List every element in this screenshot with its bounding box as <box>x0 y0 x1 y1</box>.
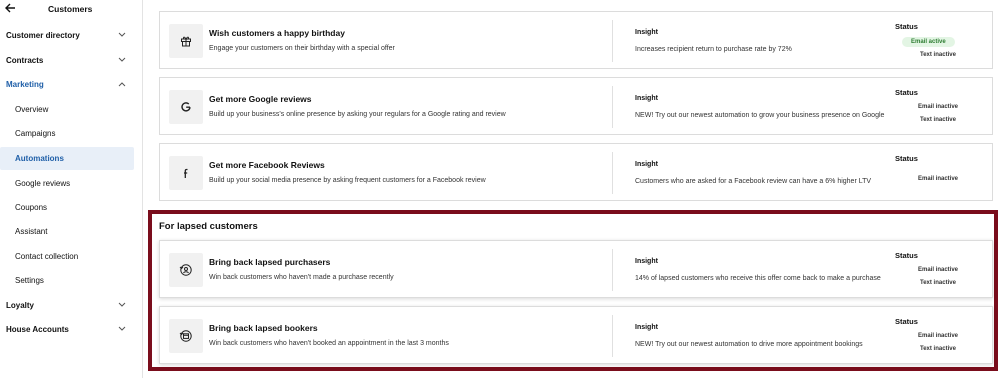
email-status: Email inactive <box>918 333 959 339</box>
sidebar-item-assistant[interactable]: Assistant <box>0 220 134 243</box>
card-description: Engage your customers on their birthday … <box>209 45 395 52</box>
sidebar-item-label: Automations <box>15 154 64 163</box>
email-status-badge: Email active <box>902 37 955 47</box>
chevron-down-icon <box>118 326 126 331</box>
insight-label: Insight <box>635 161 658 168</box>
section-title: For lapsed customers <box>159 221 258 232</box>
sidebar-item-label: Marketing <box>6 80 44 89</box>
automation-card-birthday[interactable]: Wish customers a happy birthday Engage y… <box>159 11 993 69</box>
text-status: Text inactive <box>920 280 956 286</box>
insight-label: Insight <box>635 95 658 102</box>
divider <box>612 249 613 291</box>
sidebar-item-campaigns[interactable]: Campaigns <box>0 122 134 145</box>
sidebar-item-settings[interactable]: Settings <box>0 269 134 292</box>
sidebar-item-label: Contact collection <box>15 252 79 261</box>
insight-label: Insight <box>635 29 658 36</box>
sidebar-header: Customers <box>0 0 142 18</box>
sidebar-item-google-reviews[interactable]: Google reviews <box>0 172 134 195</box>
icon-box <box>169 24 203 58</box>
divider <box>612 20 613 62</box>
back-arrow-icon[interactable] <box>4 2 16 14</box>
icon-box <box>169 319 203 353</box>
status-label: Status <box>895 154 918 163</box>
card-title: Wish customers a happy birthday <box>209 28 345 38</box>
card-description: Build up your social media presence by a… <box>209 177 486 184</box>
sidebar: Customers Customer directory Contracts M… <box>0 0 143 378</box>
chevron-down-icon <box>118 32 126 37</box>
automation-card-google-reviews[interactable]: Get more Google reviews Build up your bu… <box>159 77 993 135</box>
status-label: Status <box>895 22 918 31</box>
sidebar-item-contact-collection[interactable]: Contact collection <box>0 245 134 268</box>
insight-text: 14% of lapsed customers who receive this… <box>635 275 881 282</box>
sidebar-item-label: Coupons <box>15 203 48 212</box>
status-label: Status <box>895 317 918 326</box>
email-status: Email inactive <box>918 176 959 182</box>
sidebar-item-contracts[interactable]: Contracts <box>0 49 134 72</box>
status-label: Status <box>895 88 918 97</box>
card-description: Build up your business's online presence… <box>209 111 506 118</box>
sidebar-item-coupons[interactable]: Coupons <box>0 196 134 219</box>
card-title: Get more Facebook Reviews <box>209 160 325 170</box>
sidebar-item-customer-directory[interactable]: Customer directory <box>0 24 134 47</box>
card-title: Bring back lapsed purchasers <box>209 257 331 267</box>
insight-text: NEW! Try out our newest automation to dr… <box>635 341 863 348</box>
insight-text: NEW! Try out our newest automation to gr… <box>635 112 885 119</box>
automation-card-lapsed-bookers[interactable]: Bring back lapsed bookers Win back custo… <box>159 306 993 364</box>
google-icon <box>181 102 191 112</box>
sidebar-item-label: Google reviews <box>15 179 71 188</box>
sidebar-item-marketing[interactable]: Marketing <box>0 73 134 96</box>
card-title: Bring back lapsed bookers <box>209 323 318 333</box>
sidebar-item-overview[interactable]: Overview <box>0 98 134 121</box>
sidebar-item-label: Assistant <box>15 227 48 236</box>
icon-box <box>169 90 203 124</box>
email-status: Email inactive <box>918 267 959 273</box>
sidebar-item-label: Customer directory <box>6 31 80 40</box>
chevron-down-icon <box>118 302 126 307</box>
chevron-up-icon <box>118 82 126 87</box>
sidebar-item-label: Overview <box>15 105 49 114</box>
main-content: Wish customers a happy birthday Engage y… <box>144 0 998 378</box>
sidebar-item-label: Campaigns <box>15 129 56 138</box>
sidebar-item-house-accounts[interactable]: House Accounts <box>0 318 134 341</box>
text-status: Text inactive <box>920 117 956 123</box>
divider <box>612 86 613 128</box>
sidebar-item-automations[interactable]: Automations <box>0 147 134 170</box>
sidebar-item-label: House Accounts <box>6 325 69 334</box>
status-label: Status <box>895 251 918 260</box>
sidebar-item-loyalty[interactable]: Loyalty <box>0 294 134 317</box>
divider <box>612 315 613 357</box>
chevron-down-icon <box>118 57 126 62</box>
lapsed-booker-icon <box>179 330 192 342</box>
gift-icon <box>181 36 191 47</box>
email-status: Email inactive <box>918 104 959 110</box>
card-title: Get more Google reviews <box>209 94 312 104</box>
insight-text: Increases recipient return to purchase r… <box>635 46 792 53</box>
sidebar-title: Customers <box>48 4 93 14</box>
insight-label: Insight <box>635 324 658 331</box>
sidebar-item-label: Settings <box>15 276 44 285</box>
lapsed-purchaser-icon <box>179 264 192 276</box>
sidebar-item-label: Loyalty <box>6 301 35 310</box>
icon-box <box>169 156 203 190</box>
card-description: Win back customers who haven't made a pu… <box>209 274 394 281</box>
facebook-icon <box>184 168 188 178</box>
card-description: Win back customers who haven't booked an… <box>209 340 449 347</box>
icon-box <box>169 253 203 287</box>
insight-label: Insight <box>635 258 658 265</box>
text-status: Text inactive <box>920 52 956 58</box>
automation-card-lapsed-purchasers[interactable]: Bring back lapsed purchasers Win back cu… <box>159 240 993 298</box>
text-status: Text inactive <box>920 346 956 352</box>
insight-text: Customers who are asked for a Facebook r… <box>635 178 872 185</box>
automation-card-facebook-reviews[interactable]: Get more Facebook Reviews Build up your … <box>159 143 993 201</box>
sidebar-item-label: Contracts <box>6 56 44 65</box>
divider <box>612 152 613 194</box>
